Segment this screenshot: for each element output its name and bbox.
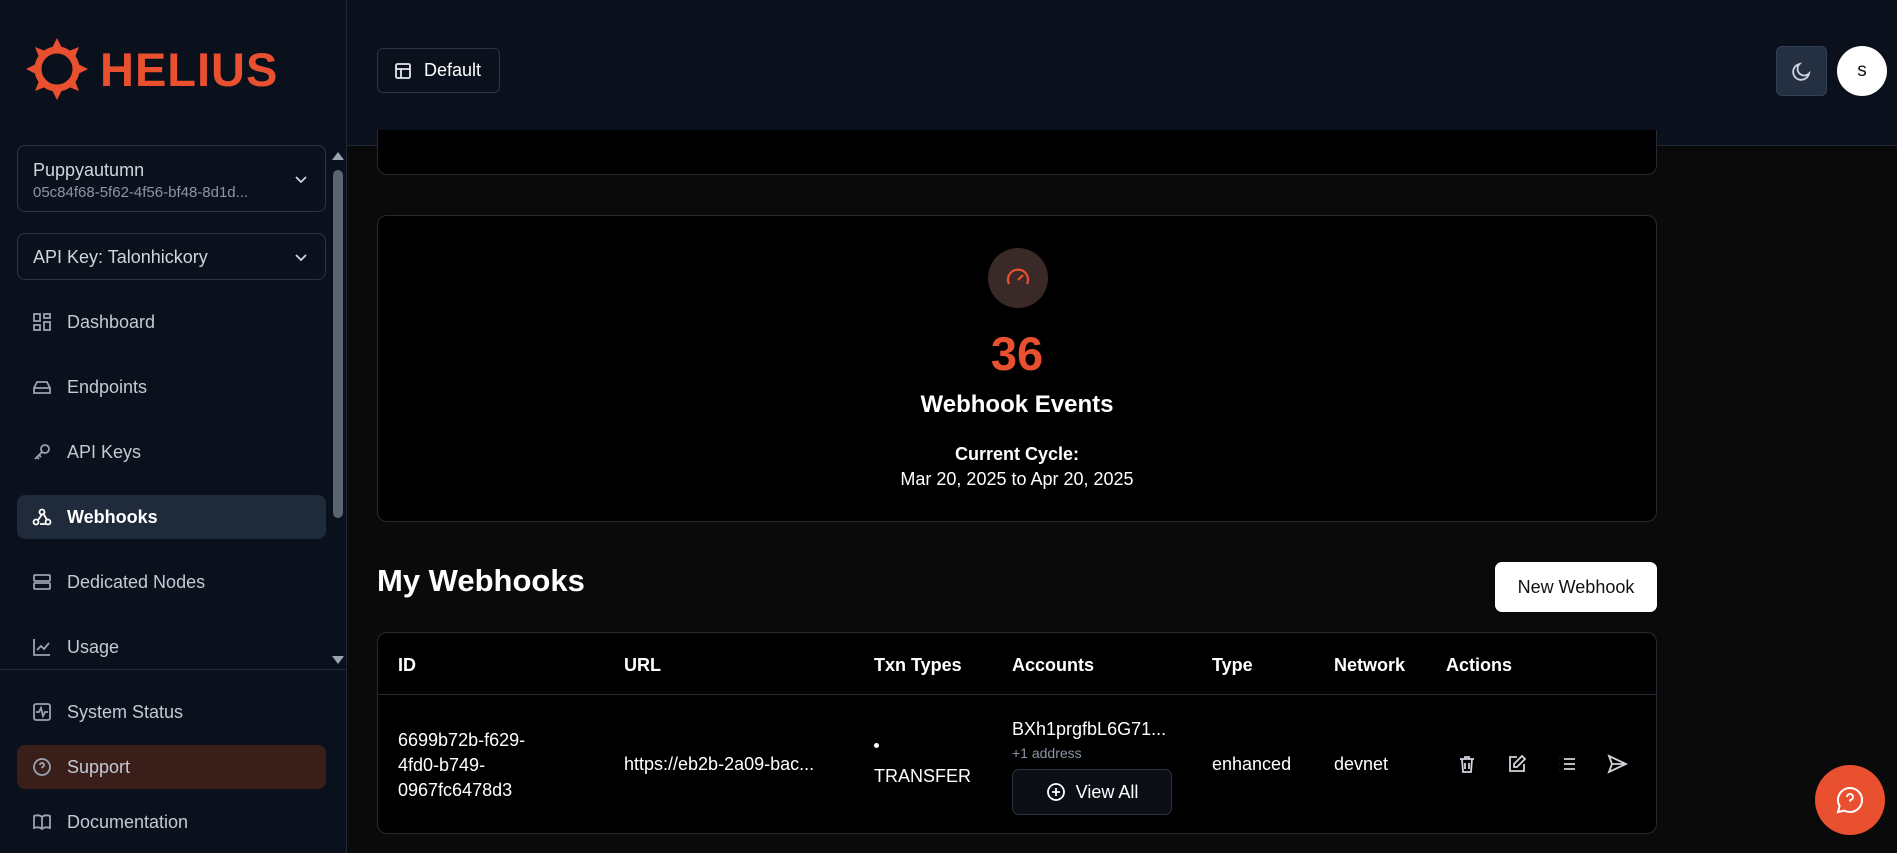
chevron-down-icon xyxy=(295,253,307,261)
project-id: 05c84f68-5f62-4f56-bf48-8d1d... xyxy=(33,184,249,201)
view-all-label: View All xyxy=(1075,781,1139,802)
header-divider xyxy=(378,694,1656,695)
layout-icon xyxy=(395,62,411,79)
api-key-label: API Key: Talonhickory xyxy=(33,247,208,267)
column-header-id: ID xyxy=(398,655,416,675)
webhook-id-line: 4fd0-b749- xyxy=(398,755,486,775)
column-header-type: Type xyxy=(1212,655,1253,675)
webhook-id-line: 0967fc6478d3 xyxy=(398,780,513,800)
cycle-range: Mar 20, 2025 to Apr 20, 2025 xyxy=(900,469,1134,489)
workspace-button[interactable]: Default xyxy=(377,48,501,93)
chart-icon xyxy=(33,639,50,656)
column-header-accounts: Accounts xyxy=(1012,655,1095,675)
brand-name: HELIUS xyxy=(100,42,279,96)
events-label: Webhook Events xyxy=(920,391,1114,418)
sidebar-item-webhooks[interactable]: Webhooks xyxy=(17,495,326,539)
webhook-id-line: 6699b72b-f629- xyxy=(398,730,526,750)
help-chat-button[interactable] xyxy=(1815,765,1885,835)
account-more: +1 address xyxy=(1012,745,1082,761)
theme-toggle-button[interactable] xyxy=(1776,46,1827,96)
webhook-network: devnet xyxy=(1334,754,1389,774)
topbar: Default s xyxy=(347,0,1897,146)
webhook-url: https://eb2b-2a09-bac... xyxy=(624,754,815,774)
sidebar-item-endpoints[interactable]: Endpoints xyxy=(17,365,326,409)
column-header-txn-types: Txn Types xyxy=(874,655,962,675)
webhook-id[interactable]: 6699b72b-f629- 4fd0-b749- 0967fc6478d3 xyxy=(398,728,568,803)
nodes-icon xyxy=(33,574,51,590)
sun-logo-icon xyxy=(26,38,88,100)
gauge-icon xyxy=(1006,268,1030,285)
help-circle-icon xyxy=(33,758,51,776)
list-icon[interactable] xyxy=(1556,753,1578,775)
moon-icon xyxy=(1791,62,1811,81)
sidebar-item-label: Usage xyxy=(67,636,120,657)
scroll-thumb[interactable] xyxy=(333,170,343,518)
send-icon[interactable] xyxy=(1606,753,1629,775)
delete-icon[interactable] xyxy=(1456,753,1478,775)
chat-help-icon xyxy=(1836,786,1863,814)
dashboard-icon xyxy=(33,313,51,331)
sidebar-item-label: Dedicated Nodes xyxy=(67,571,206,592)
sidebar-item-label: Support xyxy=(67,756,131,777)
sidebar: HELIUS Puppyautumn 05c84f68-5f62-4f56-bf… xyxy=(0,0,347,853)
edit-icon[interactable] xyxy=(1506,753,1528,775)
workspace-label: Default xyxy=(424,60,482,80)
plus-circle-icon xyxy=(1046,783,1065,801)
key-icon xyxy=(34,444,50,460)
sidebar-item-label: Endpoints xyxy=(67,376,148,397)
chevron-down-icon xyxy=(295,175,307,183)
column-header-actions: Actions xyxy=(1446,655,1513,675)
sidebar-item-label: System Status xyxy=(67,701,184,722)
helius-logo[interactable]: HELIUS xyxy=(26,38,278,100)
sidebar-item-api-keys[interactable]: API Keys xyxy=(17,430,326,474)
avatar[interactable]: s xyxy=(1837,46,1887,96)
sidebar-item-label: Documentation xyxy=(67,811,189,832)
project-name: Puppyautumn xyxy=(33,160,145,180)
events-count: 36 xyxy=(990,327,1044,380)
api-key-selector[interactable]: API Key: Talonhickory xyxy=(17,233,326,280)
cycle-label: Current Cycle: xyxy=(954,444,1080,464)
webhooks-table: ID URL Txn Types Accounts Type Network A… xyxy=(377,632,1657,834)
column-header-network: Network xyxy=(1334,655,1406,675)
webhook-icon xyxy=(32,508,52,526)
page-title: My Webhooks xyxy=(377,563,585,598)
sidebar-item-usage[interactable]: Usage xyxy=(17,625,326,669)
scroll-up-icon[interactable] xyxy=(332,152,344,160)
divider xyxy=(0,669,347,670)
view-all-button[interactable]: View All xyxy=(1012,769,1172,815)
column-header-url: URL xyxy=(624,655,661,675)
webhook-type: enhanced xyxy=(1212,754,1292,774)
txn-type: TRANSFER xyxy=(874,766,972,786)
previous-card xyxy=(377,130,1657,175)
sidebar-item-label: Dashboard xyxy=(67,311,156,332)
sidebar-item-system-status[interactable]: System Status xyxy=(17,690,326,734)
sidebar-item-label: Webhooks xyxy=(67,506,158,527)
new-webhook-button[interactable]: New Webhook xyxy=(1495,562,1657,612)
server-icon xyxy=(33,381,51,394)
activity-icon xyxy=(33,703,51,721)
sidebar-item-label: API Keys xyxy=(67,441,142,462)
sidebar-scrollbar[interactable] xyxy=(330,148,346,668)
scroll-down-icon[interactable] xyxy=(332,656,344,664)
bullet xyxy=(874,743,879,748)
account-address: BXh1prgfbL6G71... xyxy=(1012,719,1167,739)
sidebar-item-documentation[interactable]: Documentation xyxy=(17,800,326,844)
sidebar-item-dedicated-nodes[interactable]: Dedicated Nodes xyxy=(17,560,326,604)
sidebar-item-support[interactable]: Support xyxy=(17,745,326,789)
sidebar-item-dashboard[interactable]: Dashboard xyxy=(17,300,326,344)
project-selector[interactable]: Puppyautumn 05c84f68-5f62-4f56-bf48-8d1d… xyxy=(17,145,326,212)
book-icon xyxy=(33,814,51,831)
gauge-icon-wrapper xyxy=(988,248,1048,308)
webhook-events-card: 36 Webhook Events Current Cycle: Mar 20,… xyxy=(377,215,1657,522)
